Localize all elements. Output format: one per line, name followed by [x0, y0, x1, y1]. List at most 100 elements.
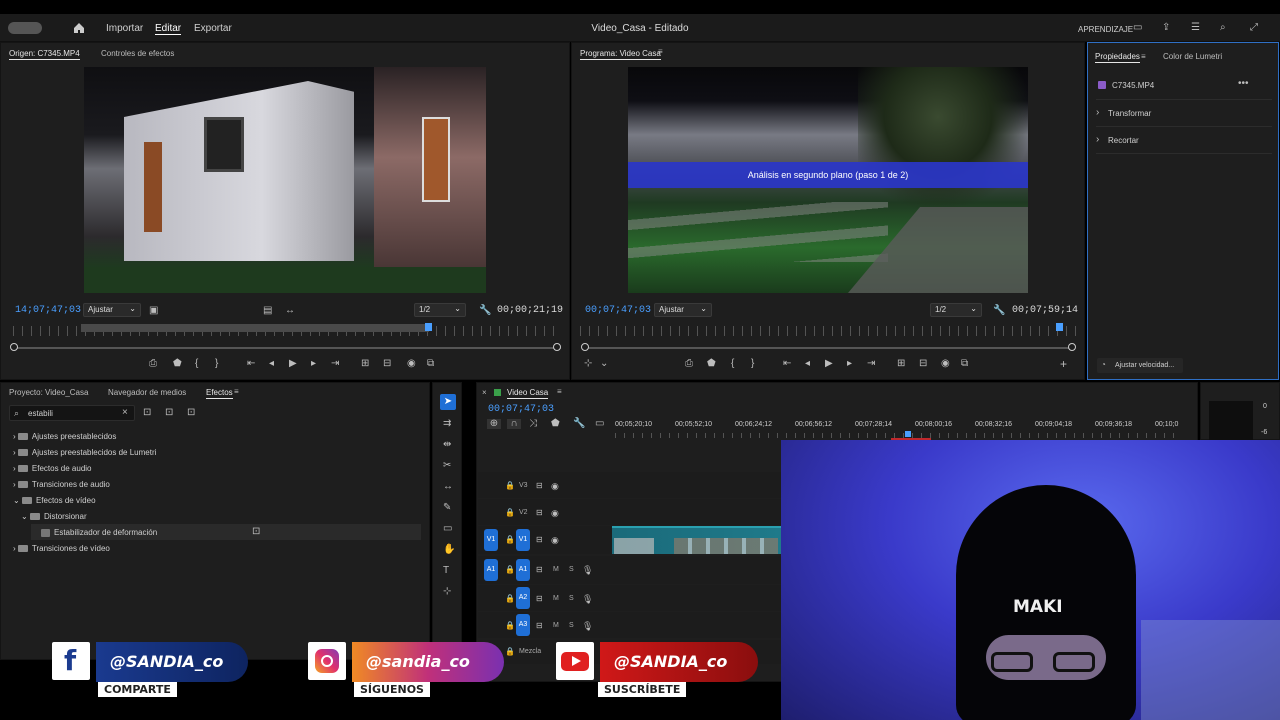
- track-target-a1[interactable]: A1: [516, 559, 530, 581]
- wrench-icon[interactable]: 🔧: [993, 306, 1005, 316]
- go-to-in-icon[interactable]: ⇤: [783, 359, 791, 369]
- insert-clip-icon[interactable]: ⊞: [361, 359, 369, 369]
- overwrite-icon[interactable]: ⊟: [383, 359, 391, 369]
- learn-button[interactable]: APRENDIZAJE: [1078, 25, 1133, 34]
- lift-icon[interactable]: ⎙: [149, 359, 157, 369]
- linked-select-icon[interactable]: ⤨: [529, 419, 537, 429]
- mark-in-icon[interactable]: {: [195, 359, 198, 369]
- program-timecode[interactable]: 00;07;47;03: [585, 305, 651, 316]
- slip-icon[interactable]: ↔: [443, 482, 453, 492]
- tab-properties[interactable]: Propiedades: [1095, 52, 1140, 63]
- step-forward-icon[interactable]: ▸: [847, 359, 852, 369]
- lock-icon[interactable]: 🔒: [505, 594, 515, 604]
- program-playhead[interactable]: [1056, 323, 1063, 331]
- tab-project[interactable]: Proyecto: Video_Casa: [9, 388, 88, 397]
- program-fit-select[interactable]: Ajustar ⌄: [654, 303, 712, 317]
- menu-icon[interactable]: ≡: [557, 387, 562, 397]
- microphone-icon[interactable]: 🎙: [582, 594, 593, 604]
- hand-icon[interactable]: ✋: [443, 545, 455, 555]
- video-clip[interactable]: [612, 526, 781, 554]
- microphone-icon[interactable]: 🎙: [582, 621, 593, 631]
- sync-icon[interactable]: ⊟: [536, 621, 543, 631]
- caption-icon[interactable]: ⊹: [443, 587, 451, 597]
- fullscreen-icon[interactable]: ⤢: [1250, 23, 1258, 33]
- settings-icon[interactable]: ▣: [149, 306, 158, 316]
- selection-tool-icon[interactable]: ➤: [440, 394, 456, 410]
- effects-search[interactable]: ⌕ estabili ×: [9, 405, 135, 421]
- captions-icon[interactable]: ▭: [595, 419, 604, 429]
- extract-icon[interactable]: ⊟: [919, 359, 927, 369]
- close-icon[interactable]: ×: [482, 388, 487, 398]
- share-icon[interactable]: ⇪: [1162, 23, 1170, 33]
- solo-button[interactable]: S: [569, 622, 574, 629]
- sync-icon[interactable]: ⊟: [536, 594, 543, 604]
- eye-icon[interactable]: ◉: [551, 481, 559, 491]
- microphone-icon[interactable]: 🎙: [582, 565, 593, 575]
- go-to-in-icon[interactable]: ⇤: [247, 359, 255, 369]
- track-target-a3[interactable]: A3: [516, 614, 530, 636]
- lock-icon[interactable]: 🔒: [505, 565, 515, 575]
- tree-item[interactable]: Estabilizador de deformación: [41, 528, 157, 537]
- mute-button[interactable]: M: [553, 566, 559, 573]
- wrench-icon[interactable]: 🔧: [479, 306, 491, 316]
- menu-icon[interactable]: ≡: [658, 47, 663, 57]
- sync-icon[interactable]: ⊟: [536, 481, 543, 491]
- source-patch-a1[interactable]: A1: [484, 559, 498, 581]
- tree-item[interactable]: › Transiciones de vídeo: [13, 544, 110, 553]
- tree-item[interactable]: › Ajustes preestablecidos de Lumetri: [13, 448, 156, 457]
- source-zoom-bar[interactable]: [13, 347, 561, 349]
- source-playhead[interactable]: [425, 323, 432, 331]
- lock-icon[interactable]: 🔒: [505, 535, 515, 545]
- export-frame-icon[interactable]: ▤: [263, 306, 272, 316]
- snap-icon[interactable]: ∩: [507, 419, 521, 429]
- mark-out-icon[interactable]: }: [751, 359, 754, 369]
- tab-effects[interactable]: Efectos: [206, 388, 233, 399]
- chevron-down-icon[interactable]: ⌄: [600, 359, 608, 369]
- mark-out-icon[interactable]: }: [215, 359, 218, 369]
- marker-icon[interactable]: ⬟: [707, 359, 716, 369]
- go-to-out-icon[interactable]: ⇥: [867, 359, 875, 369]
- track-target-v1[interactable]: V1: [516, 529, 530, 551]
- panel-icon[interactable]: ▭: [1133, 23, 1142, 33]
- solo-button[interactable]: S: [569, 566, 574, 573]
- tab-program[interactable]: Programa: Video Casa: [580, 49, 661, 60]
- tab-sequence[interactable]: Video Casa: [507, 388, 549, 399]
- insert-icon[interactable]: ↔: [285, 306, 295, 316]
- clear-icon[interactable]: ×: [122, 408, 128, 418]
- program-ruler[interactable]: [580, 326, 1076, 336]
- tree-item[interactable]: ⌄ Efectos de vídeo: [13, 496, 96, 505]
- ripple-edit-icon[interactable]: ⇹: [443, 440, 451, 450]
- tab-source[interactable]: Origen: C7345.MP4: [9, 49, 80, 60]
- menu-icon[interactable]: ≡: [234, 387, 239, 397]
- camera-icon[interactable]: ◉: [941, 359, 950, 369]
- source-quality-select[interactable]: 1/2 ⌄: [414, 303, 466, 317]
- menu-icon[interactable]: ≡: [1141, 52, 1146, 62]
- track-select-icon[interactable]: ⇉: [443, 419, 451, 429]
- timeline-timecode[interactable]: 00;07;47;03: [488, 404, 554, 415]
- sync-icon[interactable]: ⊟: [536, 508, 543, 518]
- search-icon[interactable]: ⌕: [1220, 23, 1226, 33]
- track-target-a2[interactable]: A2: [516, 587, 530, 609]
- eye-icon[interactable]: ◉: [551, 508, 559, 518]
- pen-icon[interactable]: ✎: [443, 503, 451, 513]
- 32bit-effects-icon[interactable]: ⊡: [165, 408, 173, 418]
- lock-icon[interactable]: 🔒: [505, 621, 515, 631]
- sync-icon[interactable]: ⊟: [536, 535, 543, 545]
- menu-icon[interactable]: ☰: [1191, 23, 1200, 33]
- source-timecode[interactable]: 14;07;47;03: [15, 305, 81, 316]
- play-icon[interactable]: ▶: [289, 359, 297, 369]
- type-icon[interactable]: T: [443, 566, 449, 576]
- accelerated-effects-icon[interactable]: ⊡: [143, 408, 151, 418]
- marker-icon[interactable]: ⬟: [173, 359, 182, 369]
- lock-icon[interactable]: 🔒: [505, 481, 515, 491]
- compare-icon[interactable]: ⧉: [961, 359, 968, 369]
- source-fit-select[interactable]: Ajustar ⌄: [83, 303, 141, 317]
- program-zoom-bar[interactable]: [584, 347, 1074, 349]
- tab-effect-controls[interactable]: Controles de efectos: [101, 49, 174, 58]
- tab-lumetri-color[interactable]: Color de Lumetri: [1163, 52, 1222, 61]
- chevron-right-icon[interactable]: ›: [1096, 135, 1099, 145]
- tree-item[interactable]: › Ajustes preestablecidos: [13, 432, 116, 441]
- add-button-icon[interactable]: +: [1060, 358, 1067, 370]
- wrench-icon[interactable]: 🔧: [573, 419, 585, 429]
- step-back-icon[interactable]: ◂: [805, 359, 810, 369]
